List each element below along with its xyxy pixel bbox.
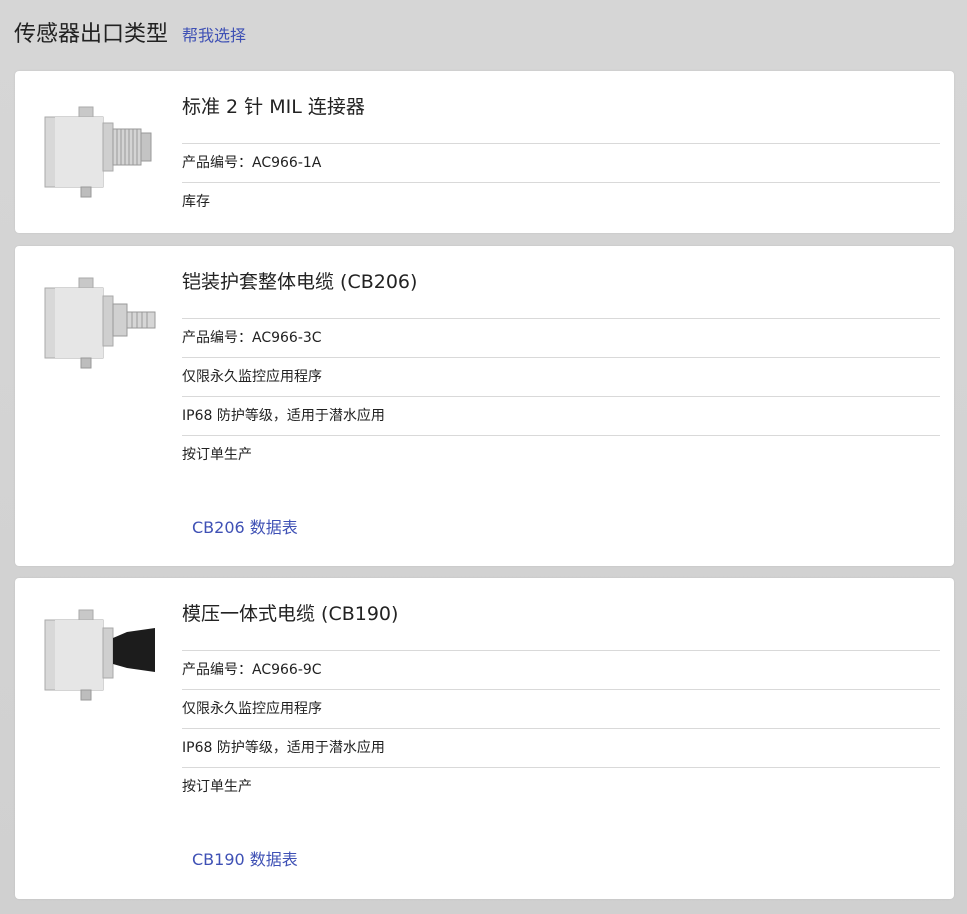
part-number: 产品编号：AC966-9C	[182, 651, 940, 690]
page-title: 传感器出口类型	[14, 22, 169, 47]
stock-status: 按订单生产	[182, 447, 252, 463]
option-card-cb206[interactable]: 铠装护套整体电缆 (CB206) 产品编号：AC966-3C 仅限永久监控应用程…	[15, 246, 954, 566]
mil-connector-sensor-image	[44, 106, 152, 198]
card-body: 铠装护套整体电缆 (CB206) 产品编号：AC966-3C 仅限永久监控应用程…	[182, 246, 940, 474]
option-card-mil-connector[interactable]: 标准 2 针 MIL 连接器 产品编号：AC966-1A 库存	[15, 71, 954, 233]
option-name: 标准 2 针 MIL 连接器	[182, 71, 940, 144]
option-card-cb190[interactable]: 模压一体式电缆 (CB190) 产品编号：AC966-9C 仅限永久监控应用程序…	[15, 578, 954, 899]
stock-status: 按订单生产	[182, 779, 252, 795]
card-body: 模压一体式电缆 (CB190) 产品编号：AC966-9C 仅限永久监控应用程序…	[182, 578, 940, 806]
molded-cable-sensor-image	[44, 609, 155, 701]
armored-cable-sensor-image	[44, 277, 156, 369]
sensor-exit-type-panel: 传感器出口类型 帮我选择 标准 2 针 MIL 连接器 产品编号：AC966-1…	[0, 0, 967, 914]
part-number: 产品编号：AC966-1A	[182, 144, 940, 183]
card-body: 标准 2 针 MIL 连接器 产品编号：AC966-1A 库存	[182, 71, 940, 221]
help-me-choose-link[interactable]: 帮我选择	[182, 22, 246, 46]
part-number: 产品编号：AC966-3C	[182, 319, 940, 358]
option-name: 模压一体式电缆 (CB190)	[182, 578, 940, 651]
feature-permanent-monitoring: 仅限永久监控应用程序	[182, 358, 940, 397]
cb206-datasheet-link[interactable]: CB206 数据表	[192, 514, 298, 538]
feature-ip68: IP68 防护等级，适用于潜水应用	[182, 397, 940, 436]
feature-ip68: IP68 防护等级，适用于潜水应用	[182, 729, 940, 768]
option-name: 铠装护套整体电缆 (CB206)	[182, 246, 940, 319]
panel-header: 传感器出口类型 帮我选择	[14, 16, 246, 56]
feature-permanent-monitoring: 仅限永久监控应用程序	[182, 690, 940, 729]
cb190-datasheet-link[interactable]: CB190 数据表	[192, 846, 298, 870]
stock-status: 库存	[182, 194, 210, 210]
